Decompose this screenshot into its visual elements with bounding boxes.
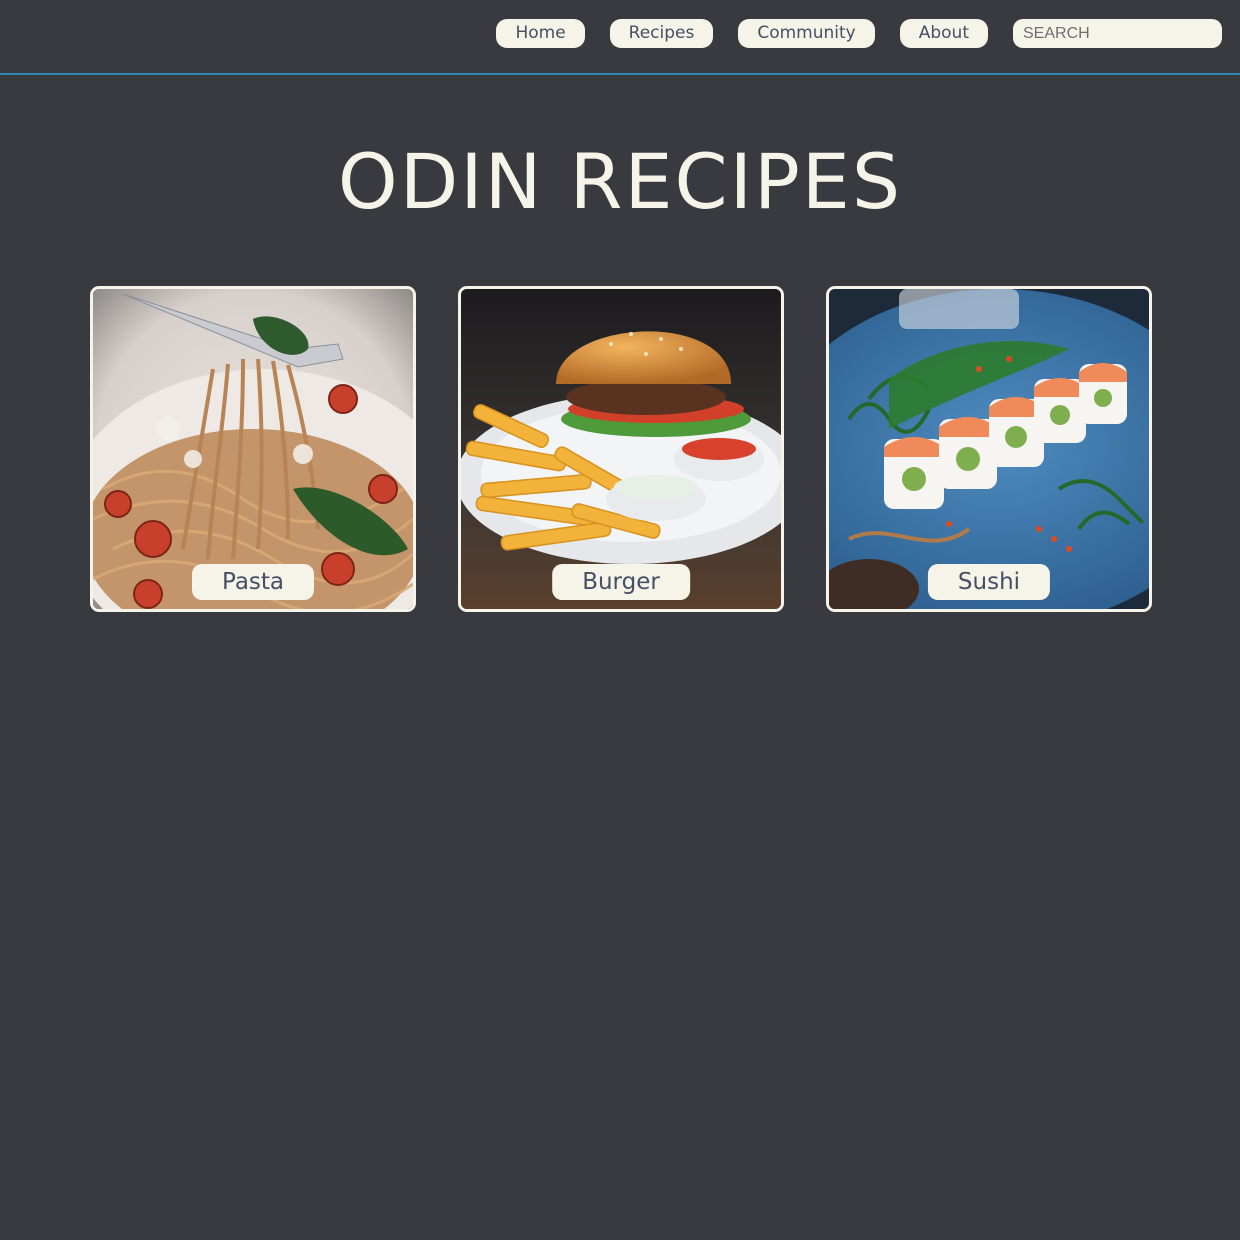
- recipe-card-pasta[interactable]: Pasta: [90, 286, 416, 612]
- recipe-label-pasta: Pasta: [191, 564, 315, 600]
- nav-links: Home Recipes Community About: [496, 19, 1222, 48]
- recipe-label-sushi: Sushi: [927, 564, 1051, 600]
- recipe-label-burger: Burger: [552, 564, 690, 600]
- recipe-card-burger[interactable]: Burger: [458, 286, 784, 612]
- nav-recipes-button[interactable]: Recipes: [609, 19, 714, 48]
- sushi-photo: [829, 289, 1149, 609]
- nav-about-button[interactable]: About: [899, 19, 988, 48]
- page-title: ODIN RECIPES: [337, 137, 903, 226]
- pasta-photo: [93, 289, 413, 609]
- top-navbar: Home Recipes Community About: [0, 0, 1240, 75]
- recipe-card-sushi[interactable]: Sushi: [826, 286, 1152, 612]
- nav-home-button[interactable]: Home: [496, 19, 585, 48]
- burger-photo: [461, 289, 781, 609]
- nav-community-button[interactable]: Community: [738, 19, 875, 48]
- search-input[interactable]: [1013, 19, 1222, 48]
